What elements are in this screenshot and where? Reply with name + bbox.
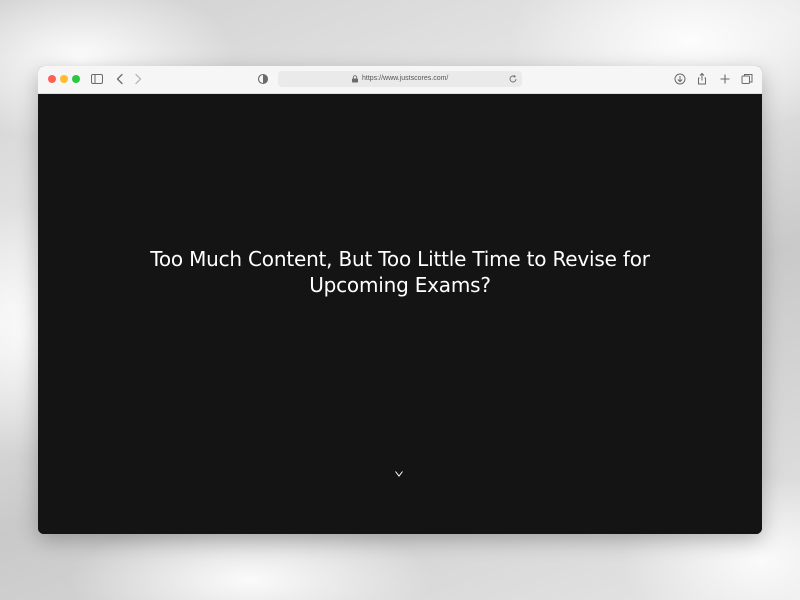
share-icon[interactable] (695, 72, 709, 86)
privacy-shield-icon[interactable] (256, 72, 270, 86)
reload-icon[interactable] (508, 74, 518, 84)
chevron-right-icon[interactable] (131, 72, 145, 86)
download-icon[interactable] (673, 72, 687, 86)
address-bar[interactable]: https://www.justscores.com/ (278, 71, 522, 87)
zoom-window-button[interactable] (72, 75, 80, 83)
page-content: Too Much Content, But Too Little Time to… (38, 94, 762, 534)
hero-headline: Too Much Content, But Too Little Time to… (150, 247, 650, 297)
plus-icon[interactable] (718, 72, 732, 86)
url-text: https://www.justscores.com/ (362, 75, 449, 82)
browser-toolbar: https://www.justscores.com/ (38, 66, 762, 94)
minimize-window-button[interactable] (60, 75, 68, 83)
arrow-down-icon[interactable] (394, 352, 404, 478)
chevron-left-icon[interactable] (113, 72, 127, 86)
sidebar-icon[interactable] (90, 72, 104, 86)
lock-icon (351, 75, 359, 83)
tab-overview-icon[interactable] (740, 72, 754, 86)
close-window-button[interactable] (48, 75, 56, 83)
browser-window: https://www.justscores.com/ Too Much Con… (38, 66, 762, 534)
